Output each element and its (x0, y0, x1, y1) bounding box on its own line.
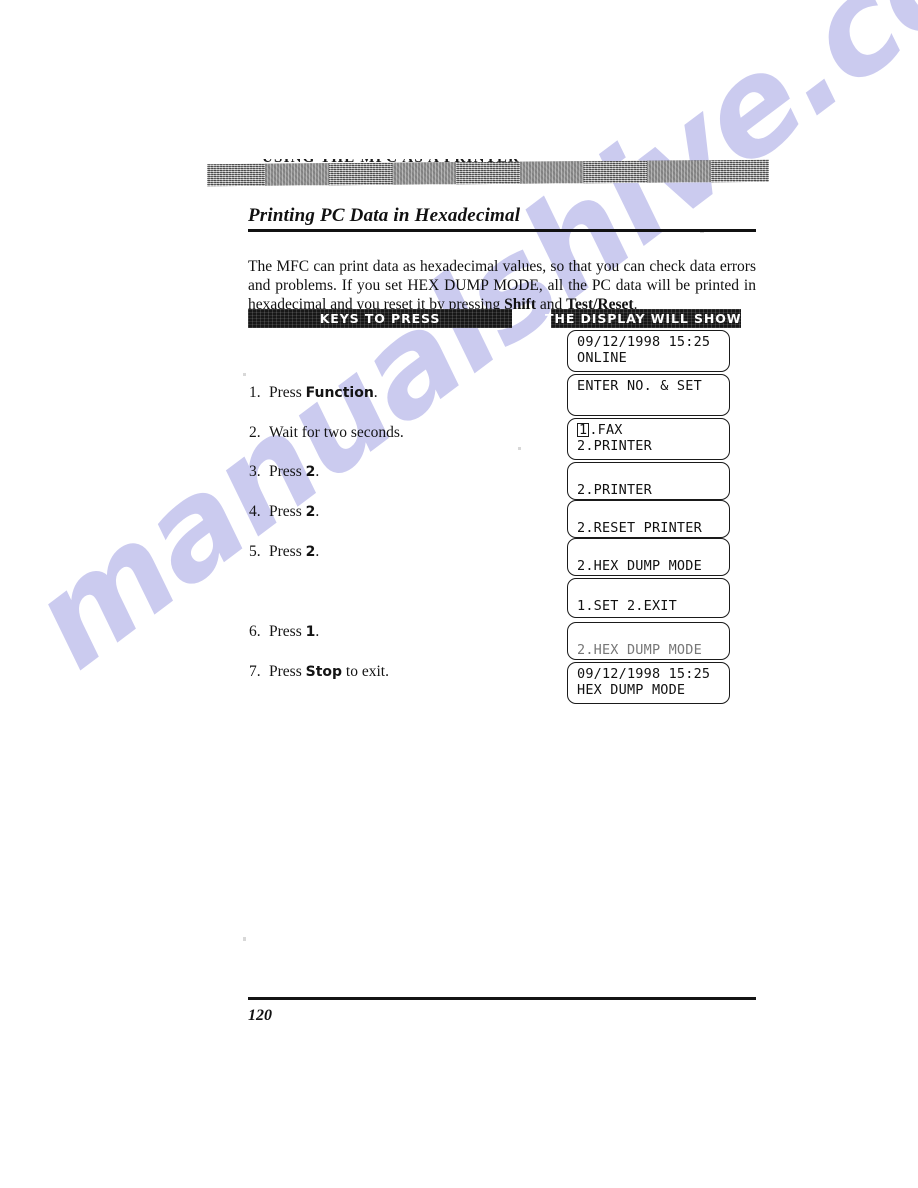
step-text-suffix: . (315, 623, 320, 640)
display-will-show-header: THE DISPLAY WILL SHOW: (545, 309, 747, 328)
step-1: 1. Press Function. (249, 384, 378, 402)
step-3: 3. Press 2. (249, 463, 319, 481)
step-text-suffix: . (315, 503, 320, 520)
section-heading: Printing PC Data in Hexadecimal (248, 205, 521, 226)
step-number: 6. (249, 623, 261, 640)
step-text: Press (269, 384, 306, 401)
lcd-line-2: ONLINE (577, 350, 627, 366)
lcd-display-4: 2.PRINTER (567, 462, 730, 500)
step-number: 1. (249, 384, 261, 401)
step-key-label: 2 (305, 464, 316, 480)
step-key-label: 1 (305, 624, 316, 640)
lcd-display-5: 2.RESET PRINTER (567, 500, 730, 538)
step-number: 2. (249, 424, 261, 441)
step-5: 5. Press 2. (249, 543, 319, 561)
lcd-line-2: 2.HEX DUMP MODE (577, 558, 702, 574)
lcd-display-1: 09/12/1998 15:25 ONLINE (567, 330, 730, 372)
lcd-line-2: 2.RESET PRINTER (577, 520, 702, 536)
lcd-line-2: 2.PRINTER (577, 438, 652, 454)
step-text: Press (269, 543, 306, 560)
lcd-line-1-text: .FAX (589, 422, 623, 438)
lcd-display-2: ENTER NO. & SET (567, 374, 730, 416)
lcd-display-6: 2.HEX DUMP MODE (567, 538, 730, 576)
step-key-label: 2 (305, 504, 316, 520)
lcd-line-2: 2.HEX DUMP MODE (577, 642, 702, 658)
step-text-suffix: . (315, 543, 320, 560)
section-heading-rule (248, 229, 756, 232)
step-key-label: Stop (305, 664, 343, 680)
lcd-line-1: 1 .FAX (577, 422, 720, 438)
lcd-display-9: 09/12/1998 15:25 HEX DUMP MODE (567, 662, 730, 704)
step-text-suffix: . (315, 463, 320, 480)
header-gray-band (207, 159, 769, 187)
lcd-line-2: HEX DUMP MODE (577, 682, 686, 698)
footer-rule (248, 997, 756, 1000)
step-number: 3. (249, 463, 261, 480)
scanned-manual-page: manualshive.com USING THE MFC AS A PRINT… (0, 0, 918, 1188)
step-7: 7. Press Stop to exit. (249, 663, 389, 681)
intro-paragraph: The MFC can print data as hexadecimal va… (248, 257, 756, 314)
lcd-line-2: 2.PRINTER (577, 482, 652, 498)
lcd-line-1: 09/12/1998 15:25 (577, 666, 711, 682)
lcd-line-2: 1.SET 2.EXIT (577, 598, 677, 614)
page-number: 120 (248, 1007, 272, 1024)
lcd-cursor-box: 1 (577, 422, 590, 438)
step-number: 5. (249, 543, 261, 560)
lcd-line-1: 09/12/1998 15:25 (577, 334, 711, 350)
step-text: Press (269, 663, 306, 680)
lcd-display-8: 2.HEX DUMP MODE (567, 622, 730, 660)
lcd-display-7: 1.SET 2.EXIT (567, 578, 730, 618)
step-6: 6. Press 1. (249, 623, 319, 641)
step-number: 4. (249, 503, 261, 520)
step-text: Press (269, 463, 306, 480)
step-key-label: 2 (305, 544, 316, 560)
step-2: 2. Wait for two seconds. (249, 424, 404, 442)
step-text: Press (269, 503, 306, 520)
step-text: Wait for two seconds. (269, 424, 404, 441)
running-header: USING THE MFC AS A PRINTER (207, 152, 769, 188)
step-key-label: Function (305, 385, 374, 401)
step-text-suffix: . (373, 384, 378, 401)
keys-to-press-header: KEYS TO PRESS (248, 309, 512, 328)
step-4: 4. Press 2. (249, 503, 319, 521)
step-text-suffix: to exit. (342, 663, 389, 680)
intro-text-1: The MFC can print data as hexadecimal va… (248, 257, 756, 313)
lcd-display-3: 1 .FAX 2.PRINTER (567, 418, 730, 460)
lcd-line-1: ENTER NO. & SET (577, 378, 702, 394)
step-text: Press (269, 623, 306, 640)
step-number: 7. (249, 663, 261, 680)
